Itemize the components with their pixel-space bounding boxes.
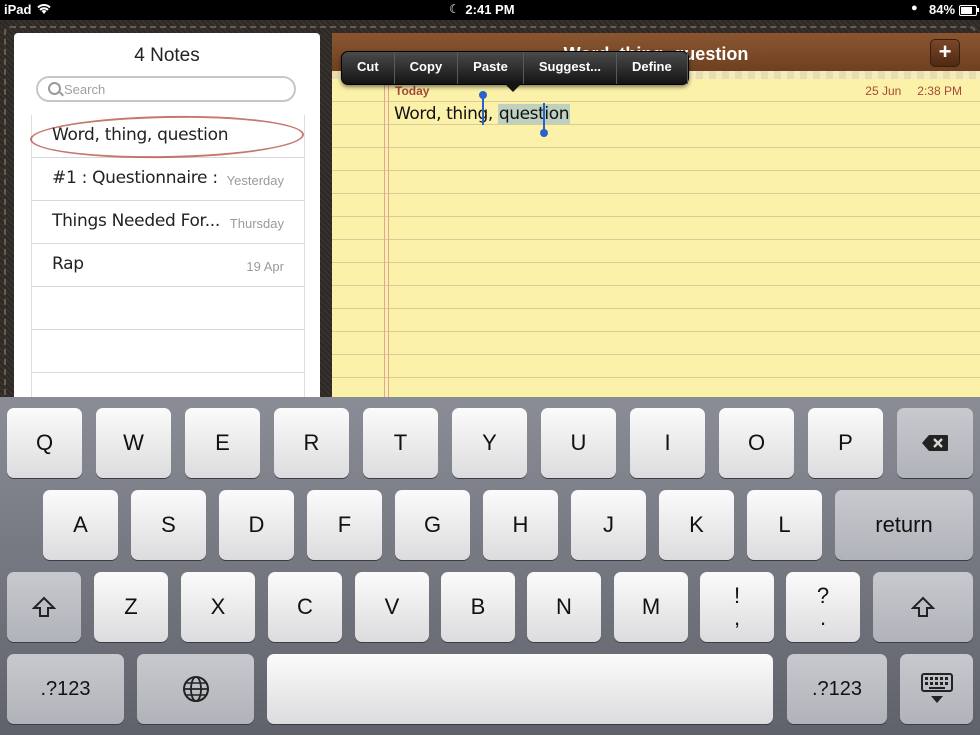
keyboard: Q W E R T Y U I O P A S D F G H J K L re…	[0, 397, 980, 735]
key-y[interactable]: Y	[452, 408, 527, 478]
key-bottom-char: .	[819, 605, 827, 630]
globe-key[interactable]	[137, 654, 254, 724]
day-label: Today	[395, 84, 430, 98]
key-c[interactable]: C	[268, 572, 342, 642]
note-row[interactable]: #1 : Questionnaire : Yesterday	[32, 158, 304, 201]
hide-keyboard-icon	[920, 673, 953, 703]
note-date: Thursday	[229, 216, 284, 231]
selection-start-handle[interactable]	[479, 91, 487, 125]
note-date: 25 Jun	[865, 84, 902, 98]
rotation-lock-icon: ●	[911, 2, 918, 14]
selected-text[interactable]: question	[497, 104, 571, 124]
key-g[interactable]: G	[395, 490, 470, 560]
note-row[interactable]: Rap 19 Apr	[32, 244, 304, 287]
shift-key-right[interactable]	[873, 572, 973, 642]
numbers-key-right[interactable]: .?123	[787, 654, 887, 724]
key-a[interactable]: A	[43, 490, 118, 560]
edit-context-menu: Cut Copy Paste Suggest... Define	[341, 51, 689, 92]
hide-keyboard-key[interactable]	[900, 654, 973, 724]
numbers-key-label: .?123	[811, 677, 863, 700]
note-datetime: 25 Jun 2:38 PM	[849, 84, 962, 98]
shift-icon	[911, 596, 935, 617]
note-time: 2:38 PM	[917, 84, 962, 98]
status-bar: iPad ☾ 2:41 PM ● 84%	[0, 0, 980, 20]
empty-row	[32, 330, 304, 373]
numbers-key-left[interactable]: .?123	[7, 654, 124, 724]
key-k[interactable]: K	[659, 490, 734, 560]
search-input[interactable]	[64, 80, 284, 98]
battery-percent: 84%	[929, 2, 956, 17]
key-b[interactable]: B	[441, 572, 515, 642]
return-key[interactable]: return	[835, 490, 973, 560]
cut-button[interactable]: Cut	[342, 52, 395, 84]
key-x[interactable]: X	[181, 572, 255, 642]
key-e[interactable]: E	[185, 408, 260, 478]
space-key[interactable]	[267, 654, 773, 724]
add-note-button[interactable]: +	[930, 39, 960, 67]
key-d[interactable]: D	[219, 490, 294, 560]
key-top-char: !	[733, 583, 741, 608]
copy-button[interactable]: Copy	[395, 52, 459, 84]
shift-key-left[interactable]	[7, 572, 81, 642]
note-date: Yesterday	[226, 173, 284, 188]
key-top-char: ?	[816, 583, 830, 608]
key-t[interactable]: T	[363, 408, 438, 478]
note-row[interactable]: Things Needed For... Thursday	[32, 201, 304, 244]
note-row-selected[interactable]: Word, thing, question	[29, 113, 305, 161]
note-date: 19 Apr	[246, 259, 284, 274]
define-button[interactable]: Define	[617, 52, 688, 84]
key-bottom-char: ,	[733, 605, 741, 630]
key-o[interactable]: O	[719, 408, 794, 478]
key-s[interactable]: S	[131, 490, 206, 560]
note-title: Word, thing, question	[52, 125, 229, 145]
note-title: Things Needed For...	[52, 211, 221, 231]
numbers-key-label: .?123	[40, 677, 91, 700]
notes-list-pane: 4 Notes Word, thing, question #1 : Quest…	[14, 33, 320, 400]
key-p[interactable]: P	[808, 408, 883, 478]
empty-row	[32, 287, 304, 330]
key-m[interactable]: M	[614, 572, 688, 642]
note-editor: Word, thing, question + Today 25 Jun2:38…	[332, 33, 980, 400]
key-v[interactable]: V	[355, 572, 429, 642]
backspace-icon	[922, 435, 948, 451]
key-f[interactable]: F	[307, 490, 382, 560]
battery-icon	[959, 5, 979, 16]
menu-pointer	[504, 83, 522, 92]
notes-list: Word, thing, question #1 : Questionnaire…	[29, 113, 305, 400]
key-exclamation-comma[interactable]: !,	[700, 572, 774, 642]
key-question-period[interactable]: ?.	[786, 572, 860, 642]
key-h[interactable]: H	[483, 490, 558, 560]
key-l[interactable]: L	[747, 490, 822, 560]
margin-line	[384, 79, 389, 400]
key-u[interactable]: U	[541, 408, 616, 478]
note-title: #1 : Questionnaire :	[52, 168, 218, 188]
paste-button[interactable]: Paste	[458, 52, 524, 84]
backspace-key[interactable]	[897, 408, 973, 478]
key-z[interactable]: Z	[94, 572, 168, 642]
search-icon	[48, 82, 61, 95]
lined-paper[interactable]	[332, 79, 980, 400]
selection-end-handle[interactable]	[540, 103, 548, 137]
notes-count-title: 4 Notes	[134, 45, 200, 66]
key-q[interactable]: Q	[7, 408, 82, 478]
key-j[interactable]: J	[571, 490, 646, 560]
key-n[interactable]: N	[527, 572, 601, 642]
key-w[interactable]: W	[96, 408, 171, 478]
shift-icon	[32, 596, 56, 617]
clock: 2:41 PM	[465, 2, 515, 17]
search-box[interactable]	[36, 76, 296, 102]
suggest-button[interactable]: Suggest...	[524, 52, 617, 84]
note-title: Rap	[52, 254, 84, 274]
key-i[interactable]: I	[630, 408, 705, 478]
globe-icon	[182, 676, 209, 702]
key-r[interactable]: R	[274, 408, 349, 478]
